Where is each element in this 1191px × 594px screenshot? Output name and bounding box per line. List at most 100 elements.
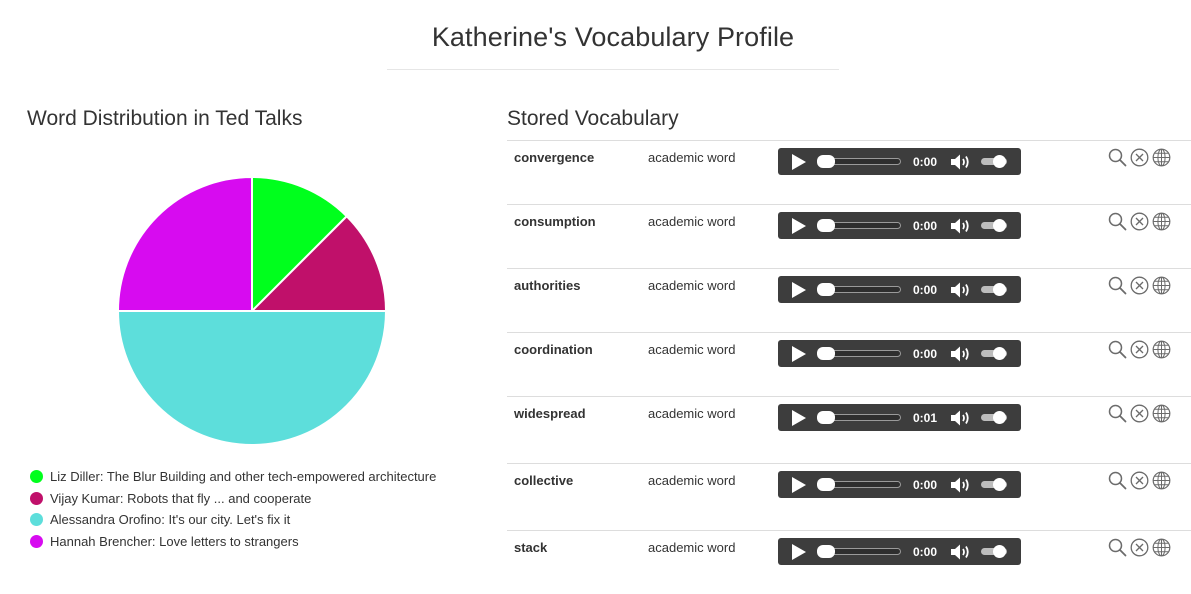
- row-actions: [1108, 212, 1171, 231]
- volume-slider[interactable]: [981, 347, 1007, 360]
- audio-seek-bar[interactable]: [817, 283, 901, 296]
- globe-icon[interactable]: [1152, 538, 1171, 557]
- audio-time: 0:00: [913, 478, 938, 492]
- vocab-category: academic word: [648, 278, 736, 293]
- play-icon[interactable]: [792, 409, 806, 426]
- globe-icon[interactable]: [1152, 148, 1171, 167]
- globe-icon[interactable]: [1152, 404, 1171, 423]
- row-actions: [1108, 404, 1171, 423]
- vocab-row: coordination academic word 0:00: [507, 332, 1191, 396]
- pie-chart: [116, 175, 388, 446]
- volume-handle[interactable]: [993, 545, 1006, 558]
- row-actions: [1108, 340, 1171, 359]
- volume-icon[interactable]: [949, 281, 973, 304]
- volume-handle[interactable]: [993, 155, 1006, 168]
- volume-handle[interactable]: [993, 478, 1006, 491]
- search-icon[interactable]: [1108, 471, 1127, 490]
- play-icon[interactable]: [792, 281, 806, 298]
- audio-seek-bar[interactable]: [817, 155, 901, 168]
- audio-seek-bar[interactable]: [817, 347, 901, 360]
- vocab-row: authorities academic word 0:00: [507, 268, 1191, 332]
- audio-player: 0:00: [778, 212, 1021, 239]
- close-circle-icon[interactable]: [1130, 148, 1149, 167]
- volume-icon[interactable]: [949, 543, 973, 566]
- seek-handle[interactable]: [817, 219, 835, 232]
- vocab-word: convergence: [514, 150, 595, 165]
- volume-handle[interactable]: [993, 411, 1006, 424]
- audio-seek-bar[interactable]: [817, 411, 901, 424]
- audio-seek-bar[interactable]: [817, 219, 901, 232]
- legend-label: Hannah Brencher: Love letters to strange…: [50, 533, 299, 549]
- row-actions: [1108, 538, 1171, 557]
- volume-icon[interactable]: [949, 153, 973, 176]
- vocab-word: stack: [514, 540, 548, 555]
- vocab-row: consumption academic word 0:00: [507, 204, 1191, 268]
- chart-heading: Word Distribution in Ted Talks: [27, 107, 303, 130]
- vocab-category: academic word: [648, 473, 736, 488]
- audio-player: 0:00: [778, 471, 1021, 498]
- volume-slider[interactable]: [981, 155, 1007, 168]
- volume-handle[interactable]: [993, 283, 1006, 296]
- legend-swatch: [30, 534, 43, 548]
- row-actions: [1108, 148, 1171, 167]
- search-icon[interactable]: [1108, 538, 1127, 557]
- seek-handle[interactable]: [817, 155, 835, 168]
- vocab-category: academic word: [648, 214, 736, 229]
- volume-slider[interactable]: [981, 478, 1007, 491]
- volume-icon[interactable]: [949, 409, 973, 432]
- vocabulary-heading: Stored Vocabulary: [507, 107, 679, 130]
- pie-slice-4[interactable]: [116, 175, 253, 312]
- globe-icon[interactable]: [1152, 212, 1171, 231]
- search-icon[interactable]: [1108, 148, 1127, 167]
- volume-slider[interactable]: [981, 411, 1007, 424]
- play-icon[interactable]: [792, 476, 806, 493]
- vocab-category: academic word: [648, 342, 736, 357]
- seek-handle[interactable]: [817, 545, 835, 558]
- play-icon[interactable]: [792, 217, 806, 234]
- close-circle-icon[interactable]: [1130, 538, 1149, 557]
- audio-player: 0:00: [778, 340, 1021, 367]
- vocab-category: academic word: [648, 150, 736, 165]
- volume-icon[interactable]: [949, 476, 973, 499]
- play-icon[interactable]: [792, 345, 806, 362]
- vocab-word: authorities: [514, 278, 581, 293]
- audio-player: 0:01: [778, 404, 1021, 431]
- close-circle-icon[interactable]: [1130, 340, 1149, 359]
- chart-legend: Liz Diller: The Blur Building and other …: [30, 466, 436, 552]
- legend-label: Liz Diller: The Blur Building and other …: [50, 469, 437, 485]
- globe-icon[interactable]: [1152, 276, 1171, 295]
- globe-icon[interactable]: [1152, 471, 1171, 490]
- volume-handle[interactable]: [993, 219, 1006, 232]
- search-icon[interactable]: [1108, 340, 1127, 359]
- seek-handle[interactable]: [817, 411, 835, 424]
- audio-time: 0:00: [913, 347, 938, 361]
- volume-handle[interactable]: [993, 347, 1006, 360]
- audio-seek-bar[interactable]: [817, 478, 901, 491]
- audio-time: 0:00: [913, 155, 938, 169]
- pie-slice-3[interactable]: [116, 310, 388, 446]
- volume-slider[interactable]: [981, 283, 1007, 296]
- volume-icon[interactable]: [949, 345, 973, 368]
- legend-swatch: [30, 491, 43, 505]
- legend-swatch: [30, 513, 43, 527]
- audio-seek-bar[interactable]: [817, 545, 901, 558]
- search-icon[interactable]: [1108, 276, 1127, 295]
- seek-handle[interactable]: [817, 478, 835, 491]
- seek-handle[interactable]: [817, 347, 835, 360]
- close-circle-icon[interactable]: [1130, 404, 1149, 423]
- legend-item-3: Alessandra Orofino: It's our city. Let's…: [30, 509, 436, 531]
- vocab-row: widespread academic word 0:01: [507, 396, 1191, 463]
- audio-player: 0:00: [778, 148, 1021, 175]
- volume-slider[interactable]: [981, 545, 1007, 558]
- close-circle-icon[interactable]: [1130, 276, 1149, 295]
- globe-icon[interactable]: [1152, 340, 1171, 359]
- search-icon[interactable]: [1108, 212, 1127, 231]
- volume-slider[interactable]: [981, 219, 1007, 232]
- volume-icon[interactable]: [949, 217, 973, 240]
- search-icon[interactable]: [1108, 404, 1127, 423]
- close-circle-icon[interactable]: [1130, 471, 1149, 490]
- seek-handle[interactable]: [817, 283, 835, 296]
- close-circle-icon[interactable]: [1130, 212, 1149, 231]
- play-icon[interactable]: [792, 153, 806, 170]
- play-icon[interactable]: [792, 543, 806, 560]
